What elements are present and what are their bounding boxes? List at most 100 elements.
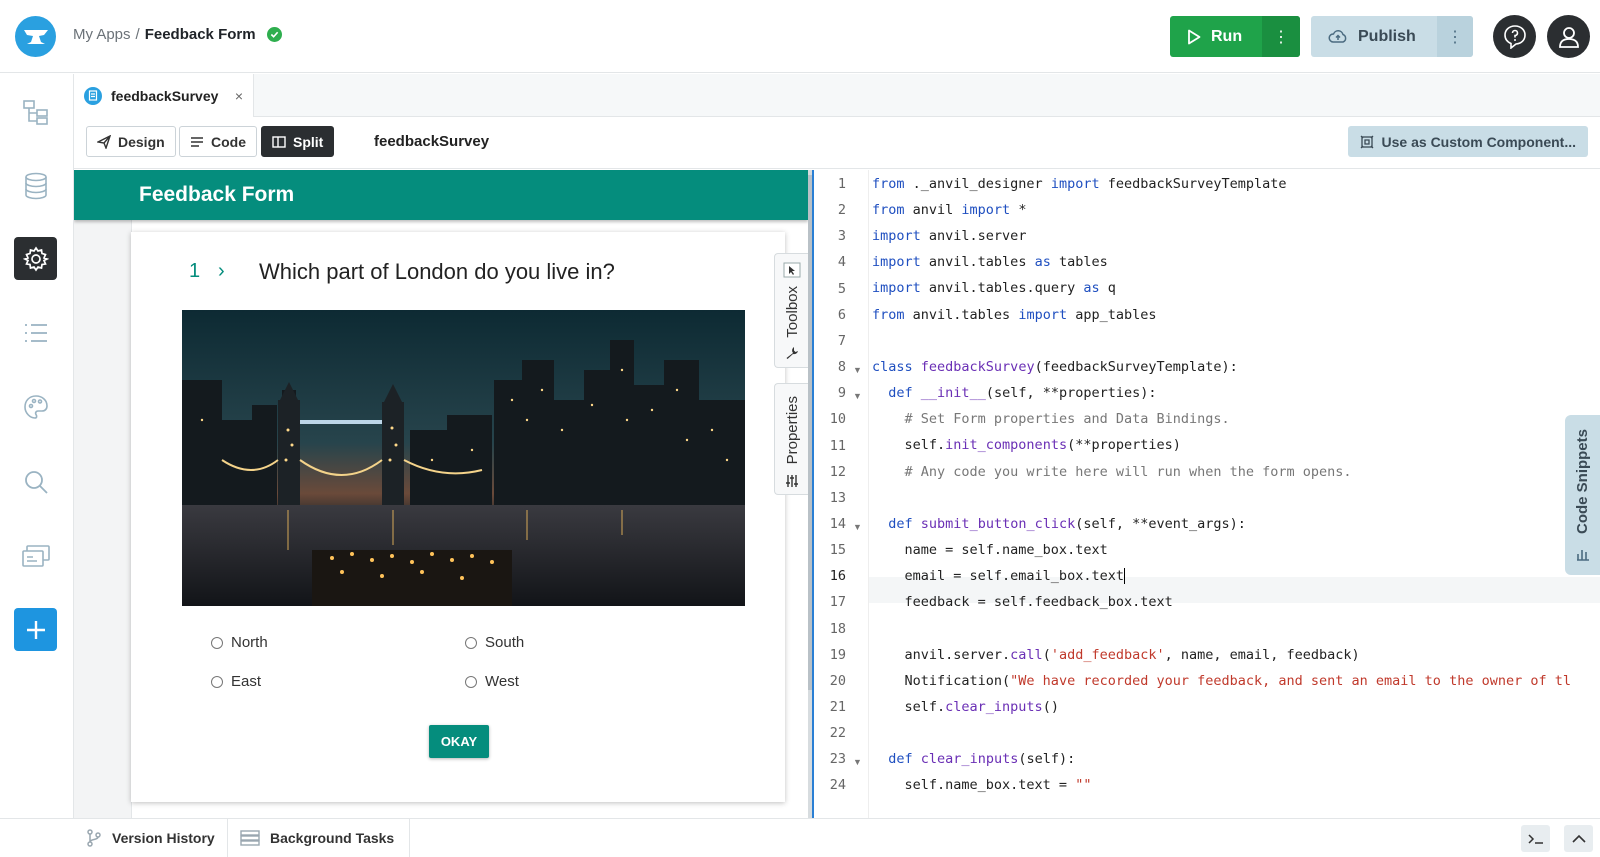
line-number: 14 — [829, 515, 846, 532]
breadcrumb: My Apps / Feedback Form — [73, 26, 282, 43]
radio-circle[interactable] — [465, 675, 477, 688]
server-icon[interactable] — [14, 534, 57, 577]
line-number: 16 — [829, 568, 846, 585]
toolbox-tab[interactable]: Toolbox — [774, 253, 809, 368]
publish-button-group: Publish ⋮ — [1311, 16, 1473, 57]
custom-component-label: Use as Custom Component... — [1381, 133, 1576, 150]
radio-circle[interactable] — [211, 636, 223, 649]
radio-north[interactable]: North — [211, 634, 268, 651]
line-number: 18 — [829, 620, 846, 637]
line-number: 2 — [837, 202, 846, 219]
form-design-canvas: Feedback Form 1 › Which part of London d… — [74, 170, 808, 818]
radio-circle[interactable] — [211, 675, 223, 688]
tasks-icon — [240, 830, 260, 846]
radio-east[interactable]: East — [211, 673, 261, 690]
run-options-button[interactable]: ⋮ — [1262, 16, 1300, 57]
line-number: 15 — [829, 542, 846, 559]
user-avatar-icon[interactable] — [1547, 15, 1590, 58]
properties-label: Properties — [783, 396, 801, 465]
breadcrumb-separator: / — [135, 26, 140, 43]
help-icon[interactable] — [1493, 15, 1536, 58]
code-snippets-label: Code Snippets — [1574, 429, 1591, 535]
run-button[interactable]: Run — [1170, 28, 1262, 46]
code-line: name = self.name_box.text — [872, 542, 1108, 558]
radio-circle[interactable] — [465, 636, 477, 649]
form-header[interactable]: Feedback Form — [74, 170, 808, 220]
line-number: 1 — [837, 176, 846, 192]
line-number: 23 — [829, 751, 846, 768]
code-line: class feedbackSurvey(feedbackSurveyTempl… — [872, 359, 1238, 375]
terminal-icon[interactable] — [1521, 825, 1550, 852]
design-label: Design — [118, 133, 165, 150]
form-name-title: feedbackSurvey — [374, 133, 490, 150]
top-bar: My Apps / Feedback Form Run ⋮ Publish ⋮ — [0, 0, 1600, 73]
settings-icon[interactable] — [14, 237, 57, 280]
snippets-bars-icon — [1576, 549, 1589, 561]
code-line: import anvil.tables as tables — [872, 254, 1108, 270]
code-line: self.init_components(**properties) — [872, 437, 1181, 453]
form-file-icon — [84, 86, 102, 105]
line-number: 3 — [837, 228, 846, 245]
radio-label: North — [231, 634, 268, 651]
code-line: # Set Form properties and Data Bindings. — [904, 411, 1230, 427]
radio-west[interactable]: West — [465, 673, 519, 690]
breadcrumb-my-apps[interactable]: My Apps — [73, 26, 131, 43]
line-number: 8 — [837, 359, 846, 376]
line-number: 4 — [837, 254, 846, 271]
publish-label: Publish — [1358, 27, 1416, 45]
version-history-tab[interactable]: Version History — [74, 819, 228, 857]
code-lines-icon — [191, 136, 203, 147]
expand-up-chevron-icon[interactable] — [1564, 825, 1593, 852]
code-snippets-tab[interactable]: Code Snippets — [1565, 415, 1600, 575]
publish-options-button[interactable]: ⋮ — [1437, 16, 1473, 57]
fold-arrow-icon[interactable]: ▼ — [853, 365, 862, 375]
background-tasks-tab[interactable]: Background Tasks — [228, 819, 410, 857]
code-line: anvil.server.call('add_feedback', name, … — [872, 647, 1360, 663]
okay-button[interactable]: OKAY — [429, 725, 489, 758]
properties-tab[interactable]: Properties — [774, 383, 809, 495]
add-icon[interactable] — [14, 608, 57, 651]
code-line: from anvil import * — [872, 202, 1027, 218]
line-number: 7 — [837, 332, 846, 349]
line-number: 13 — [829, 489, 846, 506]
fold-arrow-icon[interactable]: ▼ — [853, 522, 862, 532]
cloud-upload-icon — [1328, 29, 1347, 43]
sliders-icon — [786, 475, 798, 488]
database-icon[interactable] — [14, 164, 57, 207]
search-icon[interactable] — [14, 460, 57, 503]
code-line: def submit_button_click(self, **event_ar… — [888, 516, 1246, 532]
anvil-logo-icon[interactable] — [15, 16, 56, 57]
tab-label: feedbackSurvey — [111, 87, 219, 104]
fold-arrow-icon[interactable]: ▼ — [853, 391, 862, 401]
list-icon[interactable] — [14, 311, 57, 354]
split-label: Split — [293, 133, 324, 150]
line-number: 19 — [829, 646, 846, 663]
editor-tabs: feedbackSurvey × — [74, 74, 1600, 117]
design-mode-button[interactable]: Design — [86, 126, 176, 157]
line-number: 20 — [829, 672, 846, 689]
code-line: def __init__(self, **properties): — [888, 385, 1157, 401]
tab-feedbacksurvey[interactable]: feedbackSurvey × — [74, 74, 254, 117]
split-mode-button[interactable]: Split — [261, 126, 335, 157]
fold-arrow-icon[interactable]: ▼ — [853, 757, 862, 767]
wrench-icon — [786, 346, 798, 359]
radio-south[interactable]: South — [465, 634, 524, 651]
use-as-custom-component-button[interactable]: Use as Custom Component... — [1347, 126, 1588, 157]
close-tab-icon[interactable]: × — [235, 88, 243, 104]
app-name[interactable]: Feedback Form — [145, 26, 256, 43]
palette-icon[interactable] — [14, 385, 57, 428]
pointer-icon — [783, 262, 801, 278]
code-editor[interactable]: 1 2 3 4 5 6 7 8 9 10 11 12 13 14 15 16 17 18 19 20 21 22 23 24 … — [812, 170, 1600, 818]
code-line: from anvil.tables import app_tables — [872, 307, 1157, 323]
code-mode-button[interactable]: Code — [179, 126, 257, 157]
app-tree-icon[interactable] — [14, 90, 57, 133]
question-card[interactable]: 1 › Which part of London do you live in? — [131, 232, 785, 802]
code-line: from ._anvil_designer import feedbackSur… — [872, 176, 1287, 192]
branch-icon — [87, 829, 101, 847]
radio-label: South — [485, 634, 525, 651]
code-line: Notification("We have recorded your feed… — [872, 673, 1571, 689]
question-text: Which part of London do you live in? — [259, 259, 615, 284]
london-skyline-image — [182, 310, 745, 606]
code-line: self.clear_inputs() — [872, 699, 1059, 715]
publish-button[interactable]: Publish — [1311, 28, 1437, 46]
